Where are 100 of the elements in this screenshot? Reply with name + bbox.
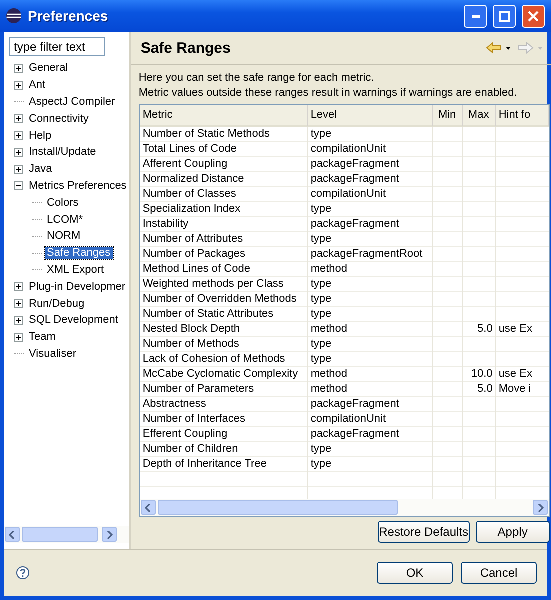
table-cell-text: method — [310, 322, 349, 337]
close-icon — [528, 10, 539, 22]
cancel-button[interactable]: Cancel — [461, 562, 537, 584]
table-cell-text: compilationUnit — [310, 412, 388, 427]
tree-item[interactable]: General — [27, 62, 70, 74]
expand-icon[interactable] — [14, 282, 23, 292]
table-cell-text: type — [310, 232, 333, 247]
page-title: Safe Ranges — [140, 40, 232, 56]
tree-item[interactable]: Install/Update — [27, 146, 98, 158]
description-text: Here you can set the safe range for each metric. — [138, 71, 376, 86]
filter-field[interactable]: type filter text — [9, 37, 105, 56]
tree-item[interactable]: Ant — [27, 79, 48, 92]
table-cell-text: Efferent Coupling — [142, 427, 229, 442]
table-cell-text: McCabe Cyclomatic Complexity — [142, 367, 300, 382]
expand-icon[interactable] — [14, 316, 23, 325]
table-cell-text: type — [310, 202, 333, 217]
table-cell-text: type — [310, 277, 333, 292]
tree-item[interactable]: Visualiser — [27, 348, 78, 360]
collapse-icon[interactable] — [14, 181, 23, 190]
table-cell-text: Lack of Cohesion of Methods — [142, 352, 286, 367]
table-cell-text: use Ex — [498, 322, 534, 337]
table-cell-text: Number of Parameters — [142, 382, 256, 397]
table-cell-text: packageFragment — [310, 172, 400, 187]
expand-icon[interactable] — [14, 148, 23, 157]
tree-item[interactable]: SQL Development — [27, 314, 120, 326]
maximize-icon — [499, 10, 510, 22]
expand-icon[interactable] — [14, 114, 23, 124]
maximize-button[interactable] — [493, 4, 516, 28]
restore-defaults-button[interactable]: Restore Defaults — [378, 521, 470, 543]
table-cell-text: Nested Block Depth — [142, 322, 242, 337]
table-cell-text: Afferent Coupling — [142, 157, 229, 172]
column-header[interactable]: Hint fo — [496, 105, 549, 127]
apply-button[interactable]: Apply — [476, 521, 550, 543]
expand-icon[interactable] — [14, 80, 23, 90]
minimize-button[interactable] — [464, 4, 487, 28]
table-cell-text: 5.0 — [476, 322, 494, 337]
table-cell-text: Instability — [142, 217, 190, 232]
table-cell-text: Specialization Index — [142, 202, 242, 217]
table-cell-text: Weighted methods per Class — [142, 277, 285, 292]
minimize-icon — [472, 14, 480, 18]
table-cell-text: type — [310, 337, 333, 352]
expand-icon[interactable] — [14, 131, 23, 140]
table-cell-text: Depth of Inheritance Tree — [142, 457, 268, 472]
column-header[interactable]: Level — [308, 105, 433, 127]
tree-item[interactable]: Java — [27, 163, 54, 176]
column-header[interactable]: Max — [462, 105, 496, 127]
tree-item[interactable]: Help — [27, 130, 54, 142]
table-cell-text: Method Lines of Code — [142, 262, 252, 277]
window-title: Preferences — [28, 8, 110, 24]
tree-item[interactable]: Team — [27, 331, 58, 344]
expand-icon[interactable] — [14, 299, 23, 308]
table-cell-text: packageFragment — [310, 397, 400, 412]
tree-item[interactable]: Colors — [45, 196, 81, 209]
table-cell-text: type — [310, 442, 333, 457]
table-cell-text: Number of Classes — [142, 187, 238, 202]
tree-item[interactable]: LCOM* — [45, 214, 86, 226]
table-cell-text: type — [310, 457, 333, 472]
table-cell-text: Number of Interfaces — [142, 412, 247, 427]
table-cell-text: compilationUnit — [310, 142, 388, 157]
expand-icon[interactable] — [14, 64, 23, 73]
expand-icon[interactable] — [14, 332, 23, 342]
table-cell-text: method — [310, 262, 349, 277]
table-cell-text: 10.0 — [470, 367, 494, 382]
table-cell-text: packageFragment — [310, 157, 400, 172]
tree-item[interactable]: Connectivity — [27, 112, 91, 125]
table-cell-text: Number of Static Methods — [142, 127, 271, 142]
table-cell-text: Number of Static Attributes — [142, 307, 275, 322]
table-cell-text: use Ex — [498, 367, 534, 382]
description-text: Metric values outside these ranges result in warnings if warnings are enabled. — [138, 86, 518, 101]
table-cell-text: Number of Attributes — [142, 232, 244, 247]
tree-item[interactable]: Plug-in Developmer — [27, 280, 128, 293]
table-cell-text: Number of Methods — [142, 337, 240, 352]
table-cell-text: packageFragmentRoot — [310, 247, 424, 262]
tree-item[interactable]: Run/Debug — [27, 298, 87, 310]
tree-item[interactable]: Metrics Preferences — [27, 180, 129, 192]
close-button[interactable] — [522, 4, 545, 28]
table-cell-text: method — [310, 382, 349, 397]
table-cell-text: Total Lines of Code — [142, 142, 238, 157]
table-cell-text: 5.0 — [476, 382, 494, 397]
expand-icon[interactable] — [14, 164, 23, 174]
tree-item[interactable]: XML Export — [45, 264, 106, 276]
table-cell-text: Abstractness — [142, 397, 208, 412]
table-cell-text: Number of Packages — [142, 247, 247, 262]
help-icon[interactable] — [16, 566, 30, 580]
tree-item[interactable]: AspectJ Compiler — [27, 96, 118, 108]
table-cell-text: Number of Overridden Methods — [142, 292, 298, 307]
column-header[interactable]: Metric — [140, 105, 308, 127]
table-cell-text: type — [310, 352, 333, 367]
tree-item[interactable]: NORM — [45, 230, 83, 242]
table-cell-text: compilationUnit — [310, 187, 388, 202]
ok-button[interactable]: OK — [377, 562, 453, 584]
table-cell-text: Normalized Distance — [142, 172, 246, 187]
back-icon[interactable] — [486, 42, 512, 54]
table-cell-text: type — [310, 292, 333, 307]
tree-scrollbar[interactable] — [4, 526, 129, 543]
table-cell-text: type — [310, 127, 333, 142]
table-scrollbar[interactable] — [140, 499, 549, 516]
table-cell-text: Move i — [498, 382, 532, 397]
column-header[interactable]: Min — [432, 105, 463, 127]
tree-item[interactable]: Safe Ranges — [45, 247, 113, 260]
